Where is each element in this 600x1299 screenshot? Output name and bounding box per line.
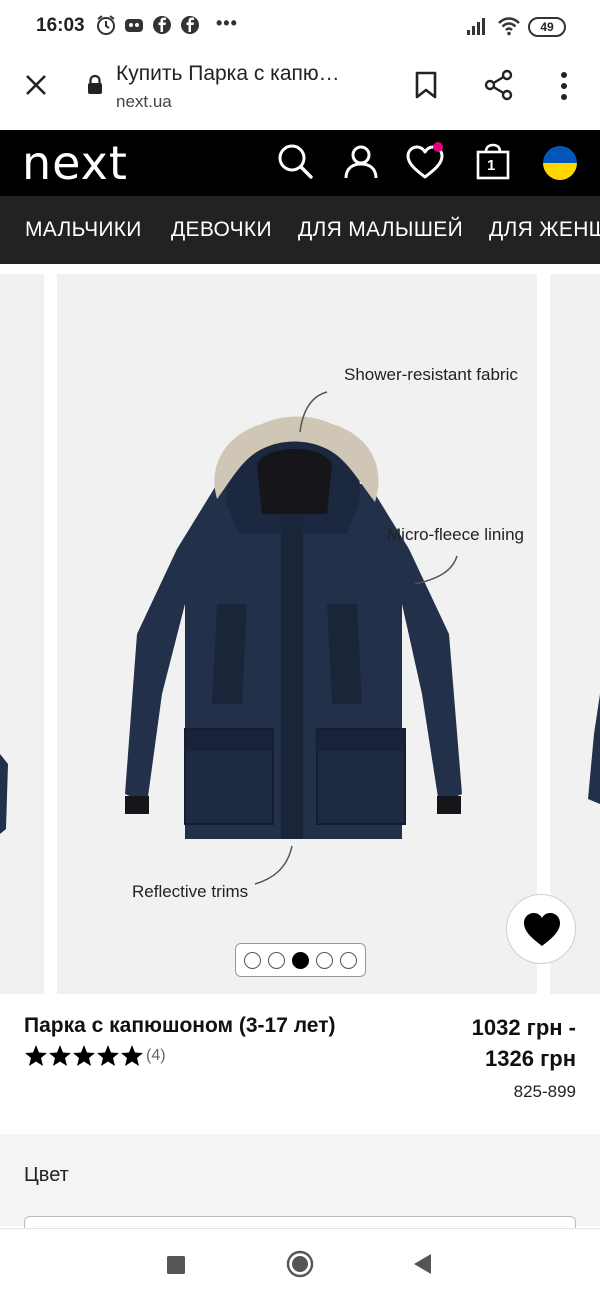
home-icon[interactable] (286, 1250, 314, 1278)
status-bar: 16:03 ••• 49 (0, 0, 600, 52)
category-nav: МАЛЬЧИКИ ДЕВОЧКИ ДЛЯ МАЛЫШЕЙ ДЛЯ ЖЕНЩИН (0, 196, 600, 264)
next-logo[interactable]: next (22, 136, 128, 190)
price-to: 1326 грн (485, 1046, 576, 1071)
share-icon[interactable] (484, 69, 514, 101)
alarm-icon (97, 15, 115, 35)
annotation-reflective-trims: Reflective trims (132, 882, 249, 901)
heart-icon (524, 913, 560, 946)
android-nav-bar (0, 1228, 600, 1299)
search-icon[interactable] (273, 140, 319, 186)
category-boys[interactable]: МАЛЬЧИКИ (25, 218, 142, 242)
facebook-icon (181, 16, 199, 34)
product-code: 825-899 (513, 1082, 576, 1101)
previous-slide[interactable] (0, 274, 44, 994)
bookmark-icon[interactable] (413, 71, 439, 99)
slide-dot-2[interactable] (268, 952, 285, 969)
next-slide-jacket (588, 694, 600, 804)
color-section: Цвет (0, 1134, 600, 1236)
product-name[interactable]: Парка с капюшоном (3-17 лет) (24, 1014, 335, 1038)
game-icon (125, 19, 143, 32)
browser-toolbar: Купить Парка с капю… next.ua (0, 52, 600, 130)
next-slide[interactable] (550, 274, 600, 994)
battery-level: 49 (540, 20, 554, 34)
more-notifications: ••• (216, 13, 238, 33)
category-women[interactable]: ДЛЯ ЖЕНЩИН (489, 218, 600, 242)
review-count[interactable]: (4) (146, 1047, 166, 1065)
product-image[interactable]: Shower-resistant fabric Micro-fleece lin… (57, 274, 537, 994)
category-babies[interactable]: ДЛЯ МАЛЫШЕЙ (298, 218, 463, 242)
star-icon (25, 1045, 47, 1066)
previous-slide-jacket (0, 754, 8, 834)
favourites-icon[interactable] (402, 140, 448, 186)
product-info: Парка с капюшоном (3-17 лет) (4) 1032 гр… (0, 996, 600, 1134)
more-vert-icon[interactable] (559, 71, 569, 101)
rating-stars[interactable]: (4) (24, 1044, 166, 1067)
annotation-micro-fleece: Micro-fleece lining (387, 525, 524, 544)
star-icon (97, 1045, 119, 1066)
status-time: 16:03 (36, 15, 85, 36)
close-icon[interactable] (24, 73, 48, 97)
wifi-icon (498, 17, 520, 36)
category-girls[interactable]: ДЕВОЧКИ (171, 218, 272, 242)
lock-icon[interactable] (86, 74, 104, 96)
facebook-icon (153, 16, 171, 34)
annotation-shower-resistant: Shower-resistant fabric (344, 365, 518, 384)
star-icon (73, 1045, 95, 1066)
slide-dot-1[interactable] (244, 952, 261, 969)
bag-count: 1 (487, 157, 496, 174)
battery-icon: 49 (528, 17, 566, 37)
recents-icon[interactable] (166, 1255, 186, 1275)
page-title[interactable]: Купить Парка с капю… (116, 62, 340, 86)
ukraine-flag-icon[interactable] (537, 140, 583, 186)
signal-icon (467, 18, 485, 35)
color-label: Цвет (24, 1164, 69, 1186)
back-icon[interactable] (412, 1253, 432, 1275)
slide-indicator[interactable] (235, 943, 366, 977)
page-url[interactable]: next.ua (116, 92, 172, 112)
slide-dot-5[interactable] (340, 952, 357, 969)
product-gallery[interactable]: Shower-resistant fabric Micro-fleece lin… (0, 264, 600, 996)
site-header: next 1 (0, 130, 600, 196)
product-price: 1032 грн - 1326 грн (426, 1012, 576, 1074)
star-icon (121, 1045, 143, 1066)
slide-dot-3[interactable] (292, 952, 309, 969)
account-icon[interactable] (338, 140, 384, 186)
star-icon (49, 1045, 71, 1066)
add-to-favourites-button[interactable] (506, 894, 576, 964)
price-from: 1032 грн - (471, 1015, 576, 1040)
slide-dot-4[interactable] (316, 952, 333, 969)
